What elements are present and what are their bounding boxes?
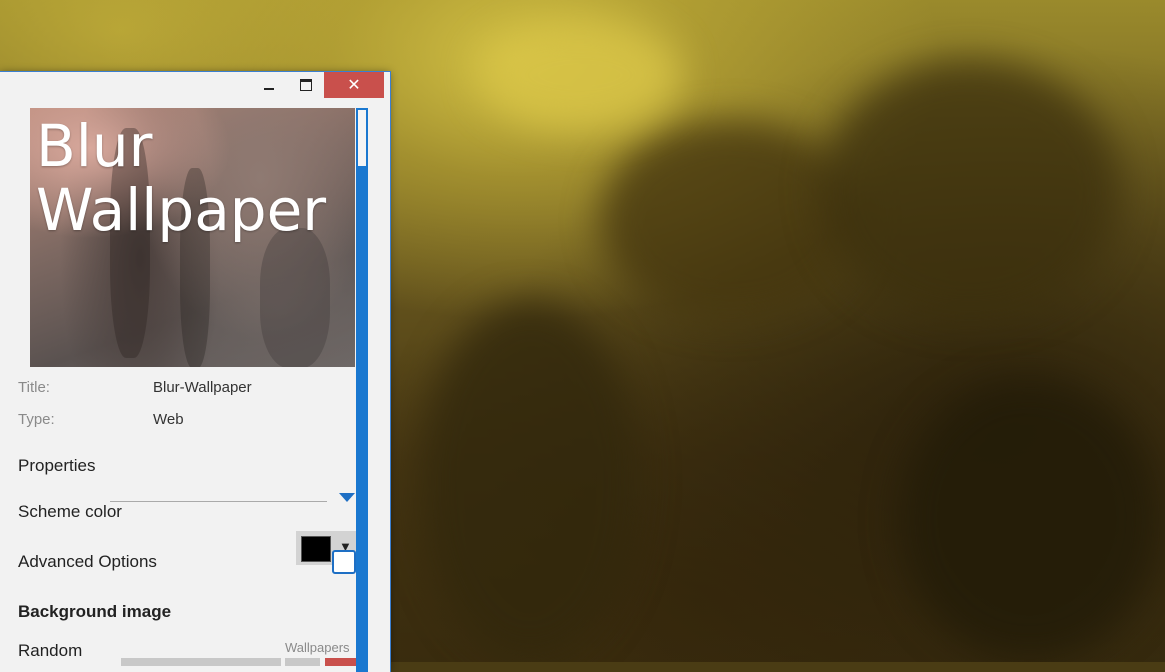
collapse-arrow-icon[interactable]: [339, 493, 355, 502]
minimize-icon: [264, 88, 274, 90]
random-slider[interactable]: [121, 658, 281, 666]
properties-panel[interactable]: Blur Wallpaper Title: Blur-Wallpaper Typ…: [0, 108, 356, 668]
scrollbar-track[interactable]: [356, 108, 368, 672]
maximize-icon: [300, 79, 312, 91]
close-button[interactable]: ✕: [324, 72, 384, 98]
background-image-header: Background image: [18, 602, 172, 621]
scheme-color-label: Scheme color: [18, 502, 122, 521]
app-window: ✕ Blur Wallpaper Title: Blur-Wallpaper T…: [0, 72, 390, 672]
advanced-options-label: Advanced Options: [18, 552, 157, 571]
type-label: Type:: [18, 411, 55, 428]
title-label: Title:: [18, 379, 50, 396]
wallpapers-button[interactable]: [285, 658, 320, 666]
minimize-button[interactable]: [255, 72, 283, 98]
advanced-options-checkbox[interactable]: [332, 550, 356, 574]
title-bar[interactable]: ✕: [0, 72, 390, 98]
title-value: Blur-Wallpaper: [153, 379, 252, 396]
type-value: Web: [153, 411, 184, 428]
properties-header: Properties: [18, 456, 96, 475]
maximize-button[interactable]: [292, 72, 320, 98]
wallpaper-preview-image: Blur Wallpaper: [30, 108, 355, 367]
properties-divider: [110, 501, 327, 502]
wallpapers-label: Wallpapers: [285, 640, 350, 655]
close-icon: ✕: [347, 77, 361, 94]
color-swatch: [301, 536, 331, 562]
remove-button[interactable]: [325, 658, 356, 666]
random-label: Random: [18, 641, 83, 660]
scrollbar-thumb[interactable]: [357, 109, 367, 167]
preview-title: Blur Wallpaper: [36, 112, 327, 244]
